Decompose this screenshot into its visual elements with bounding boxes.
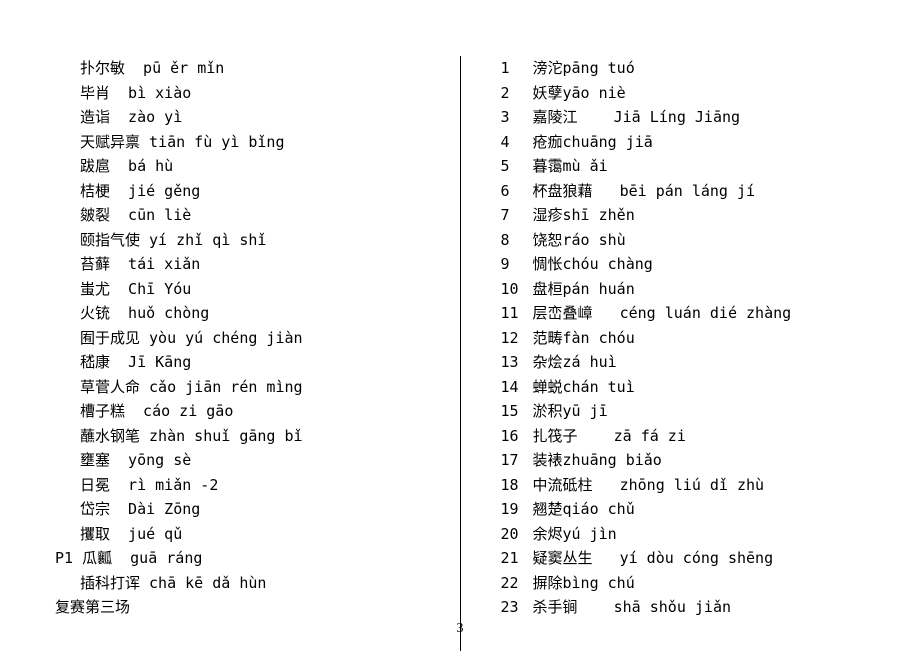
item-number: 1 xyxy=(501,56,533,81)
item-number: 12 xyxy=(501,326,533,351)
item-number: 10 xyxy=(501,277,533,302)
list-item: 10盘桓pán huán xyxy=(501,277,871,302)
list-item: 20余烬yú jìn xyxy=(501,522,871,547)
item-text: 滂沱pāng tuó xyxy=(533,59,635,77)
list-item: 14蝉蜕chán tuì xyxy=(501,375,871,400)
document-page: 扑尔敏 pū ěr mǐn 毕肖 bì xiào 造诣 zào yì 天赋异禀 … xyxy=(0,0,920,651)
item-number: 20 xyxy=(501,522,533,547)
item-text: 嘉陵江 Jiā Líng Jiāng xyxy=(533,108,741,126)
list-item: 16扎筏子 zā fá zi xyxy=(501,424,871,449)
item-text: 中流砥柱 zhōng liú dǐ zhù xyxy=(533,476,765,494)
entry: 苔藓 tái xiǎn xyxy=(80,252,450,277)
list-item: 7湿疹shī zhěn xyxy=(501,203,871,228)
item-number: 19 xyxy=(501,497,533,522)
item-number: 4 xyxy=(501,130,533,155)
list-item: 6杯盘狼藉 bēi pán láng jí xyxy=(501,179,871,204)
list-item: 3嘉陵江 Jiā Líng Jiāng xyxy=(501,105,871,130)
entry: 草菅人命 cǎo jiān rén mìng xyxy=(80,375,450,400)
entry: 造诣 zào yì xyxy=(80,105,450,130)
item-number: 14 xyxy=(501,375,533,400)
item-text: 湿疹shī zhěn xyxy=(533,206,635,224)
left-column: 扑尔敏 pū ěr mǐn 毕肖 bì xiào 造诣 zào yì 天赋异禀 … xyxy=(50,56,461,651)
entry: 毕肖 bì xiào xyxy=(80,81,450,106)
entry: 跋扈 bá hù xyxy=(80,154,450,179)
item-number: 9 xyxy=(501,252,533,277)
entry: 攫取 jué qǔ xyxy=(80,522,450,547)
list-item: 23杀手锏 shā shǒu jiǎn xyxy=(501,595,871,620)
item-text: 疑窦丛生 yí dòu cóng shēng xyxy=(533,549,774,567)
item-number: 16 xyxy=(501,424,533,449)
item-number: 2 xyxy=(501,81,533,106)
list-item: 1滂沱pāng tuó xyxy=(501,56,871,81)
item-text: 翘楚qiáo chǔ xyxy=(533,500,635,518)
item-text: 范畴fàn chóu xyxy=(533,329,635,347)
item-text: 疮痂chuāng jiā xyxy=(533,133,653,151)
list-item: 4疮痂chuāng jiā xyxy=(501,130,871,155)
page-number: 3 xyxy=(0,621,920,637)
list-item: 11层峦叠嶂 céng luán dié zhàng xyxy=(501,301,871,326)
list-item: 2妖孽yāo niè xyxy=(501,81,871,106)
item-text: 杂烩zá huì xyxy=(533,353,617,371)
entry: 嵇康 Jī Kāng xyxy=(80,350,450,375)
entry: 扑尔敏 pū ěr mǐn xyxy=(80,56,450,81)
list-item: 18中流砥柱 zhōng liú dǐ zhù xyxy=(501,473,871,498)
entry: 插科打诨 chā kē dǎ hùn xyxy=(80,571,450,596)
list-item: 15淤积yū jī xyxy=(501,399,871,424)
list-item: 19翘楚qiáo chǔ xyxy=(501,497,871,522)
entry: 岱宗 Dài Zōng xyxy=(80,497,450,522)
item-text: 余烬yú jìn xyxy=(533,525,617,543)
item-number: 8 xyxy=(501,228,533,253)
item-text: 妖孽yāo niè xyxy=(533,84,626,102)
list-item: 12范畴fàn chóu xyxy=(501,326,871,351)
entry: 颐指气使 yí zhǐ qì shǐ xyxy=(80,228,450,253)
right-column: 1滂沱pāng tuó 2妖孽yāo niè 3嘉陵江 Jiā Líng Jiā… xyxy=(461,56,871,651)
item-number: 22 xyxy=(501,571,533,596)
item-text: 淤积yū jī xyxy=(533,402,608,420)
section-title: 复赛第三场 xyxy=(55,595,450,620)
item-text: 惆怅chóu chàng xyxy=(533,255,653,273)
item-text: 装裱zhuāng biǎo xyxy=(533,451,662,469)
entry: 桔梗 jié gěng xyxy=(80,179,450,204)
entry: 壅塞 yōng sè xyxy=(80,448,450,473)
entry: 槽子糕 cáo zi gāo xyxy=(80,399,450,424)
item-number: 15 xyxy=(501,399,533,424)
item-text: 扎筏子 zā fá zi xyxy=(533,427,686,445)
list-item: 21疑窦丛生 yí dòu cóng shēng xyxy=(501,546,871,571)
item-text: 暮霭mù ǎi xyxy=(533,157,608,175)
item-number: 6 xyxy=(501,179,533,204)
list-item: 5暮霭mù ǎi xyxy=(501,154,871,179)
entry: 囿于成见 yòu yú chéng jiàn xyxy=(80,326,450,351)
list-item: 17装裱zhuāng biǎo xyxy=(501,448,871,473)
item-text: 盘桓pán huán xyxy=(533,280,635,298)
list-item: 13杂烩zá huì xyxy=(501,350,871,375)
item-text: 蝉蜕chán tuì xyxy=(533,378,635,396)
item-number: 13 xyxy=(501,350,533,375)
item-number: 18 xyxy=(501,473,533,498)
item-number: 23 xyxy=(501,595,533,620)
entry: 皴裂 cūn liè xyxy=(80,203,450,228)
item-number: 21 xyxy=(501,546,533,571)
entry: 火铳 huǒ chòng xyxy=(80,301,450,326)
item-number: 7 xyxy=(501,203,533,228)
item-number: 5 xyxy=(501,154,533,179)
entry: 天赋异禀 tiān fù yì bǐng xyxy=(80,130,450,155)
list-item: 22摒除bìng chú xyxy=(501,571,871,596)
item-text: 摒除bìng chú xyxy=(533,574,635,592)
list-item: 8饶恕ráo shù xyxy=(501,228,871,253)
entry: 蘸水钢笔 zhàn shuǐ gāng bǐ xyxy=(80,424,450,449)
item-text: 杀手锏 shā shǒu jiǎn xyxy=(533,598,732,616)
item-number: 17 xyxy=(501,448,533,473)
item-text: 饶恕ráo shù xyxy=(533,231,626,249)
entry: 蚩尤 Chī Yóu xyxy=(80,277,450,302)
item-number: 11 xyxy=(501,301,533,326)
item-text: 杯盘狼藉 bēi pán láng jí xyxy=(533,182,756,200)
item-text: 层峦叠嶂 céng luán dié zhàng xyxy=(533,304,792,322)
list-item: 9惆怅chóu chàng xyxy=(501,252,871,277)
p1-entry: P1 瓜瓤 guā ráng xyxy=(55,546,450,571)
entry: 日冕 rì miǎn -2 xyxy=(80,473,450,498)
item-number: 3 xyxy=(501,105,533,130)
